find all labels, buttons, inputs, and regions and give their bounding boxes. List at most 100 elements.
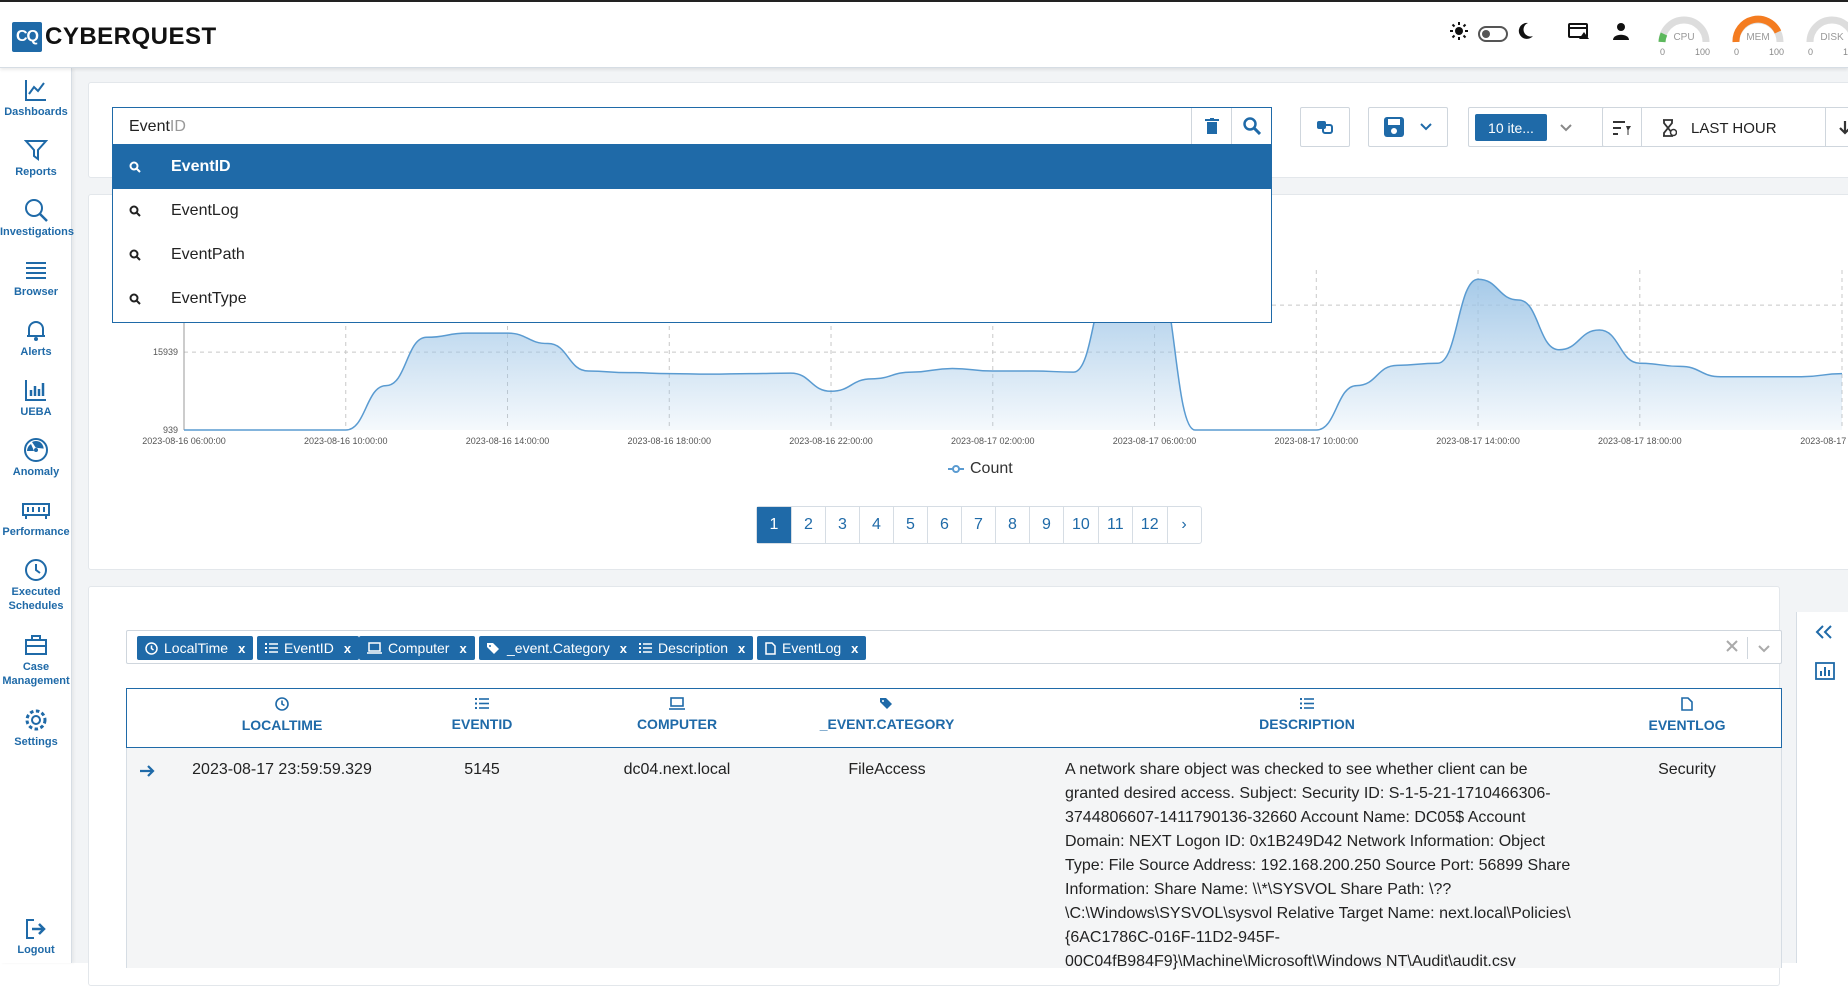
- items-per-page-select[interactable]: 10 ite...: [1468, 107, 1612, 147]
- page-7-button[interactable]: 7: [961, 507, 995, 543]
- sidebar-item-browser[interactable]: Browser: [0, 258, 72, 299]
- chip-remove-button[interactable]: x: [851, 641, 858, 656]
- sidebar-label-settings: Settings: [14, 736, 58, 748]
- table-header: LOCALTIME EVENTID COMPUTER _EVENT.CATEGO…: [126, 688, 1782, 748]
- sidebar-item-performance[interactable]: Performance: [0, 498, 72, 539]
- row-expand-icon[interactable]: [139, 764, 155, 783]
- suggestion-eventtype[interactable]: EventType: [113, 277, 1271, 321]
- sidebar-label-alerts: Alerts: [20, 346, 52, 358]
- page-8-button[interactable]: 8: [995, 507, 1029, 543]
- moon-icon[interactable]: [1518, 22, 1534, 45]
- list-ol-icon: [265, 643, 278, 653]
- clear-search-button[interactable]: [1191, 108, 1231, 144]
- suggestion-label: EventLog: [171, 202, 239, 219]
- sidebar-label-performance: Performance: [2, 526, 70, 538]
- page-9-button[interactable]: 9: [1029, 507, 1063, 543]
- mem-gauge-max: 100: [1768, 47, 1784, 57]
- cell-computer: dc04.next.local: [623, 761, 731, 778]
- column-header-computer[interactable]: COMPUTER: [597, 697, 757, 732]
- sidebar-item-alerts[interactable]: Alerts: [0, 318, 72, 359]
- bar-chart-icon: [25, 380, 46, 401]
- page-3-button[interactable]: 3: [825, 507, 859, 543]
- search-input[interactable]: EventID: [112, 107, 1272, 145]
- cell-eventlog: Security: [1658, 761, 1716, 778]
- page-5-button[interactable]: 5: [893, 507, 927, 543]
- search-typed-text: Event: [129, 118, 170, 135]
- hourglass-icon: [1663, 119, 1677, 137]
- briefcase-icon: [25, 635, 47, 655]
- next-page-button[interactable]: ›: [1166, 507, 1201, 543]
- column-header-event-category[interactable]: _EVENT.CATEGORY: [787, 697, 987, 732]
- column-header-localtime[interactable]: LOCALTIME: [187, 697, 377, 733]
- cpu-gauge-max: 100: [1694, 47, 1710, 57]
- suggestion-label: EventID: [171, 158, 231, 175]
- chip-remove-button[interactable]: x: [344, 641, 351, 656]
- suggestion-eventlog[interactable]: EventLog: [113, 189, 1271, 233]
- cpu-gauge: CPU 0 100: [1658, 14, 1710, 58]
- sidebar-item-investigations[interactable]: Investigations: [0, 198, 74, 239]
- list-icon: [26, 262, 46, 279]
- bell-icon: [27, 321, 45, 341]
- chip-remove-button[interactable]: x: [738, 641, 745, 656]
- table-row[interactable]: 2023-08-17 23:59:59.329 5145 dc04.next.l…: [126, 748, 1782, 970]
- collapse-panel-icon[interactable]: [1815, 624, 1833, 645]
- page-2-button[interactable]: 2: [791, 507, 825, 543]
- sidebar: Dashboards Reports Investigations Browse…: [0, 68, 74, 963]
- user-icon[interactable]: [1612, 22, 1630, 45]
- clear-all-icon[interactable]: [1725, 639, 1739, 658]
- mem-gauge-min: 0: [1734, 47, 1740, 57]
- column-selector[interactable]: LocalTime x EventID x Computer x _event.Cat…: [126, 630, 1782, 664]
- column-label: _EVENT.CATEGORY: [819, 716, 955, 732]
- chip-description[interactable]: Description x: [631, 636, 754, 660]
- column-header-description[interactable]: DESCRIPTION: [1207, 697, 1407, 732]
- sidebar-item-case-management[interactable]: Case Management: [0, 633, 72, 688]
- chip-remove-button[interactable]: x: [459, 641, 466, 656]
- page-10-button[interactable]: 10: [1063, 507, 1098, 543]
- autocomplete-dropdown: EventID EventLog EventPath EventType: [112, 144, 1272, 323]
- sidebar-item-anomaly[interactable]: Anomaly: [0, 438, 72, 479]
- sidebar-label-anomaly: Anomaly: [12, 466, 60, 478]
- tags-icon: [487, 642, 499, 654]
- chip-computer[interactable]: Computer x: [359, 636, 475, 660]
- theme-toggle[interactable]: [1478, 25, 1508, 42]
- chip-remove-button[interactable]: x: [620, 641, 627, 656]
- sidebar-item-reports[interactable]: Reports: [0, 138, 72, 179]
- x-tick-label: 2023-08-17 14:00:00: [1436, 436, 1520, 446]
- page-4-button[interactable]: 4: [859, 507, 893, 543]
- chip-event-category[interactable]: _event.Category x: [479, 636, 635, 660]
- sidebar-item-executed-schedules[interactable]: Executed Schedules: [0, 558, 72, 613]
- suggestion-eventpath[interactable]: EventPath: [113, 233, 1271, 277]
- chip-eventlog[interactable]: EventLog x: [757, 636, 867, 660]
- column-label: COMPUTER: [636, 716, 718, 732]
- app-logo[interactable]: CQ CYBERQUEST: [12, 22, 217, 52]
- column-header-eventid[interactable]: EVENTID: [407, 697, 557, 732]
- suggestion-eventid[interactable]: EventID: [113, 145, 1271, 189]
- page-1-button[interactable]: 1: [757, 507, 791, 543]
- notifications-icon[interactable]: [1568, 22, 1590, 45]
- sidebar-item-dashboards[interactable]: Dashboards: [0, 78, 72, 119]
- list-icon: [639, 643, 652, 653]
- disk-gauge-max: 100: [1842, 47, 1848, 57]
- x-tick-label: 2023-08-17 23:00:00: [1800, 436, 1848, 446]
- chevron-down-icon[interactable]: [1757, 641, 1771, 659]
- compare-button[interactable]: [1300, 107, 1350, 147]
- sidebar-item-ueba[interactable]: UEBA: [0, 378, 72, 419]
- page-6-button[interactable]: 6: [927, 507, 961, 543]
- chart-legend[interactable]: Count: [948, 460, 1013, 478]
- save-query-button[interactable]: [1368, 107, 1448, 147]
- chip-localtime[interactable]: LocalTime x: [137, 636, 254, 660]
- tags-icon: [880, 698, 892, 709]
- column-header-eventlog[interactable]: EVENTLOG: [1617, 697, 1757, 733]
- chip-eventid[interactable]: EventID x: [257, 636, 360, 660]
- sun-icon[interactable]: [1450, 22, 1468, 45]
- cpu-gauge-min: 0: [1660, 47, 1666, 57]
- sidebar-item-logout[interactable]: Logout: [0, 918, 72, 957]
- page-12-button[interactable]: 12: [1131, 507, 1167, 543]
- time-range-select[interactable]: LAST HOUR: [1602, 107, 1848, 147]
- search-button[interactable]: [1231, 108, 1271, 144]
- sidebar-item-settings[interactable]: Settings: [0, 708, 72, 749]
- page-11-button[interactable]: 11: [1097, 507, 1132, 543]
- file-icon: [1681, 697, 1693, 711]
- chip-remove-button[interactable]: x: [238, 641, 245, 656]
- stats-icon[interactable]: [1815, 662, 1835, 685]
